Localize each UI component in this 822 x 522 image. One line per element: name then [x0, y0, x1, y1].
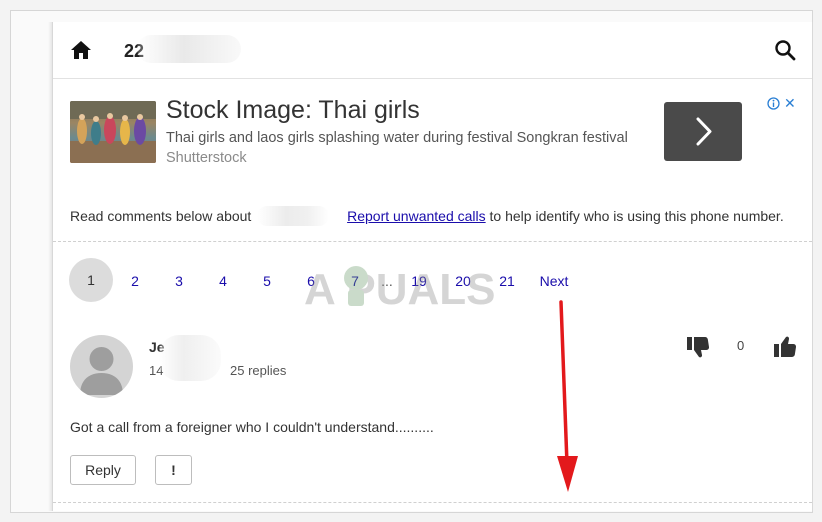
redacted-number: [257, 206, 330, 226]
vote-count: 0: [737, 338, 745, 353]
avatar: [70, 335, 133, 398]
comment-body: Got a call from a foreigner who I couldn…: [70, 419, 434, 435]
annotation-arrow: [557, 300, 578, 492]
info-icon[interactable]: [767, 97, 780, 110]
appuals-watermark-logo: A PUALS: [304, 256, 514, 316]
watermark-text: A PUALS: [304, 265, 496, 314]
page-link-4[interactable]: 4: [214, 258, 232, 304]
reply-count[interactable]: 25 replies: [230, 363, 286, 378]
chevron-right-icon: [696, 117, 712, 146]
ad-banner[interactable]: Stock Image: Thai girls Thai girls and l…: [53, 79, 812, 189]
page-link-2[interactable]: 2: [126, 258, 144, 304]
divider: [53, 241, 812, 242]
page-link-5[interactable]: 5: [258, 258, 276, 304]
divider: [53, 502, 812, 503]
page: 22 Stock Image: Thai girls Thai girls an…: [52, 22, 813, 511]
ad-source: Shutterstock: [166, 150, 247, 166]
search-icon[interactable]: [774, 39, 796, 61]
notice-lead-text: Read comments below about: [70, 208, 252, 224]
user-silhouette-icon: [80, 347, 123, 395]
notice-tail-text: to help identify who is using this phone…: [489, 208, 784, 224]
home-icon[interactable]: [70, 40, 92, 60]
reply-button[interactable]: Reply: [70, 455, 136, 485]
thumbs-down-icon[interactable]: [686, 335, 710, 359]
report-flag-button[interactable]: !: [155, 455, 192, 485]
report-unwanted-calls-link[interactable]: Report unwanted calls: [347, 208, 486, 224]
thumbs-up-icon[interactable]: [773, 335, 797, 359]
comments-notice: Read comments below about Report unwante…: [70, 206, 784, 226]
page-link-3[interactable]: 3: [170, 258, 188, 304]
ad-open-button[interactable]: [664, 102, 742, 161]
page-current: 1: [69, 258, 113, 302]
ad-description: Thai girls and laos girls splashing wate…: [166, 130, 628, 146]
redacted-author: [159, 335, 221, 381]
top-bar: 22: [53, 22, 812, 79]
close-icon[interactable]: ✕: [784, 95, 796, 111]
ad-thumbnail-image[interactable]: [70, 101, 156, 163]
redacted-phone-number: [137, 35, 241, 63]
ad-title[interactable]: Stock Image: Thai girls: [166, 96, 420, 125]
